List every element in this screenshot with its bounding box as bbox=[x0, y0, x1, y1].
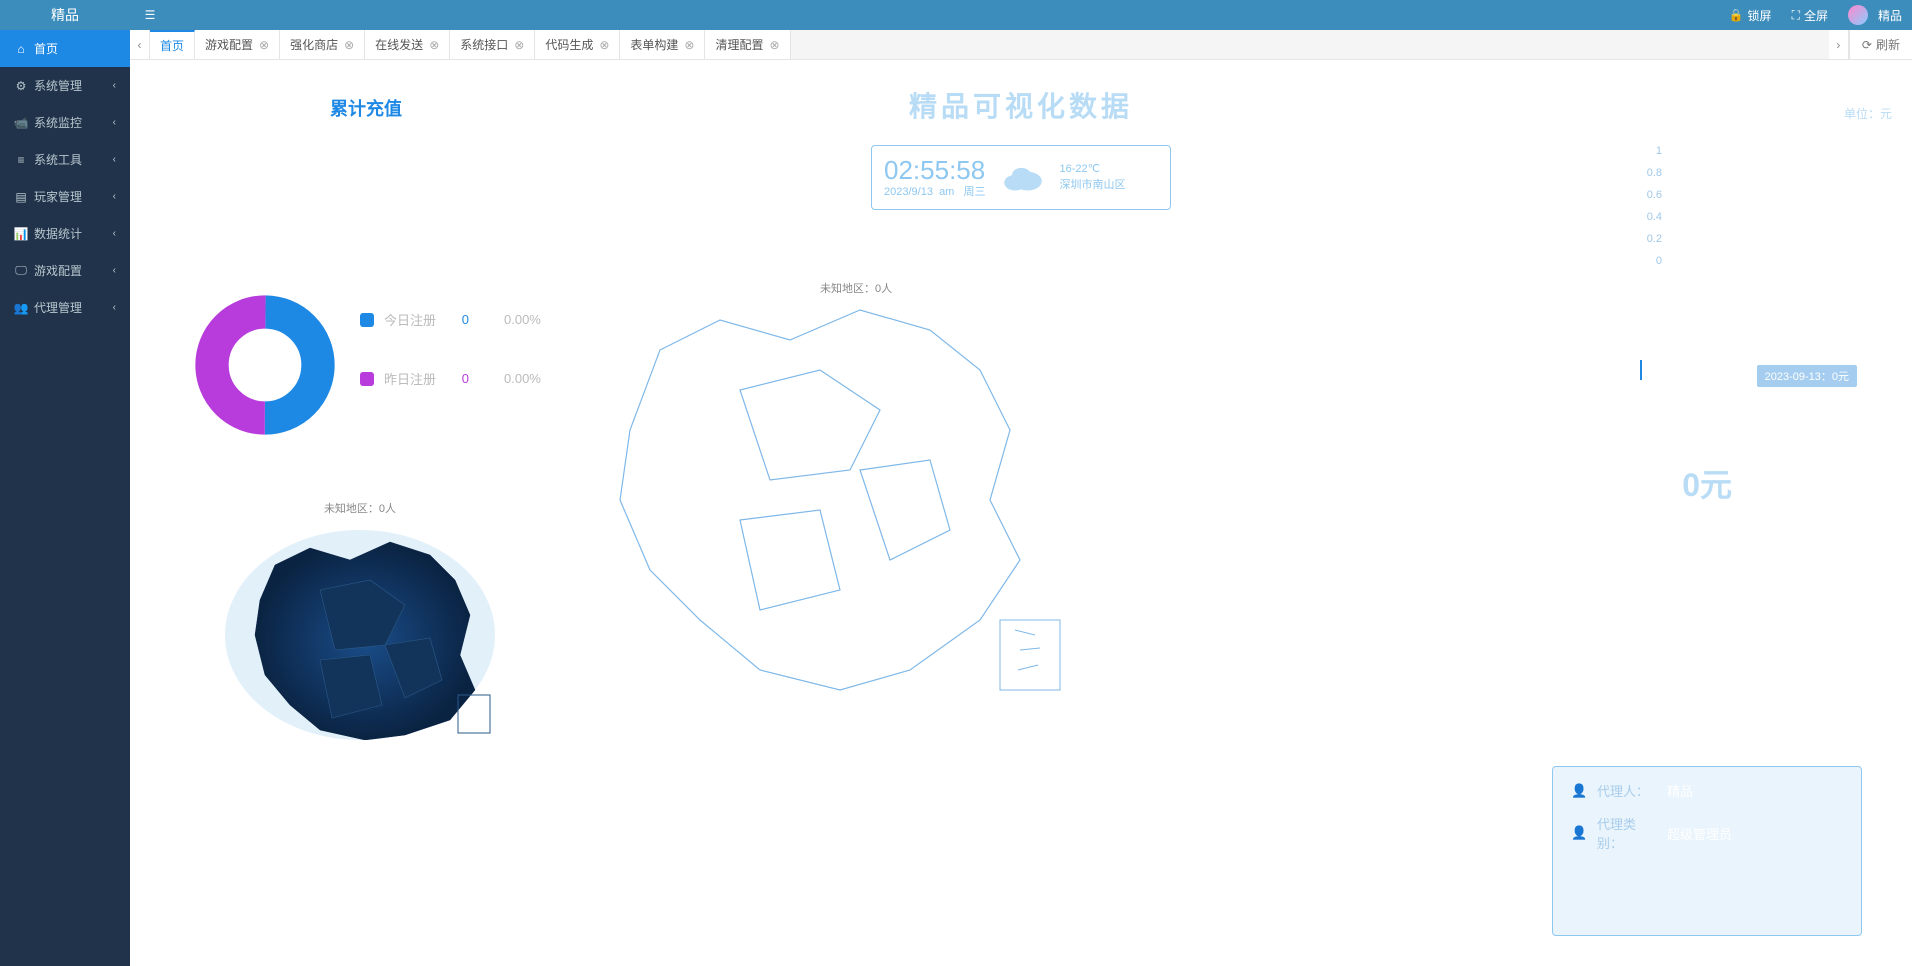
menu-toggle-icon[interactable]: ☰ bbox=[130, 8, 170, 22]
chevron-left-icon: ‹ bbox=[113, 191, 116, 202]
total-amount: 0元 bbox=[1682, 460, 1732, 506]
user-menu[interactable]: 精品 bbox=[1838, 5, 1912, 25]
page-title: 精品可视化数据 bbox=[909, 85, 1133, 125]
dashboard: 精品可视化数据 累计充值 单位：元 02:55:58 2023/9/13 am … bbox=[130, 60, 1912, 966]
tab-5[interactable]: 代码生成⊗ bbox=[535, 30, 620, 59]
sidebar-item-5[interactable]: 📊数据统计‹ bbox=[0, 215, 130, 252]
close-icon[interactable]: ⊗ bbox=[429, 38, 439, 52]
refresh-button[interactable]: ⟳ 刷新 bbox=[1849, 30, 1912, 59]
topbar: ☰ 🔒 锁屏 ⛶ 全屏 精品 bbox=[130, 0, 1912, 30]
sidebar-item-4[interactable]: ▤玩家管理‹ bbox=[0, 178, 130, 215]
unit-label: 单位：元 bbox=[1844, 105, 1892, 122]
tab-4[interactable]: 系统接口⊗ bbox=[450, 30, 535, 59]
section-title: 累计充值 bbox=[330, 95, 402, 121]
tab-7[interactable]: 清理配置⊗ bbox=[705, 30, 790, 59]
gear-icon: ⚙ bbox=[14, 79, 28, 93]
sidebar-item-2[interactable]: 📹系统监控‹ bbox=[0, 104, 130, 141]
chevron-left-icon: ‹ bbox=[113, 265, 116, 276]
tab-strip: ‹ 首页游戏配置⊗强化商店⊗在线发送⊗系统接口⊗代码生成⊗表单构建⊗清理配置⊗ … bbox=[130, 30, 1912, 60]
close-icon[interactable]: ⊗ bbox=[514, 38, 524, 52]
user-icon: 👤 bbox=[1571, 783, 1587, 799]
china-map-dark bbox=[220, 520, 500, 740]
bars-icon: ≡ bbox=[14, 153, 28, 167]
home-icon: ⌂ bbox=[14, 42, 28, 56]
avatar bbox=[1848, 5, 1868, 25]
map-dark-label: 未知地区：0人 bbox=[220, 500, 500, 516]
legend-swatch-yesterday bbox=[360, 372, 374, 386]
tab-scroll-left[interactable]: ‹ bbox=[130, 30, 150, 59]
chevron-left-icon: ‹ bbox=[113, 154, 116, 165]
china-map-dark-container: 未知地区：0人 bbox=[220, 500, 500, 745]
lock-icon: 🔒 bbox=[1729, 8, 1744, 22]
tab-scroll-right[interactable]: › bbox=[1829, 30, 1849, 59]
bar-chart-axis: 10.80.60.40.20 bbox=[1647, 140, 1662, 272]
sidebar-item-1[interactable]: ⚙系统管理‹ bbox=[0, 67, 130, 104]
tab-3[interactable]: 在线发送⊗ bbox=[365, 30, 450, 59]
clock-time: 02:55:58 bbox=[884, 157, 986, 183]
lock-button[interactable]: 🔒 锁屏 bbox=[1719, 7, 1782, 24]
sidebar-item-7[interactable]: 👥代理管理‹ bbox=[0, 289, 130, 326]
chart-cursor bbox=[1640, 360, 1642, 380]
weather-cloud-icon bbox=[998, 158, 1048, 198]
close-icon[interactable]: ⊗ bbox=[344, 38, 354, 52]
book-icon: ▤ bbox=[14, 190, 28, 204]
sidebar-item-6[interactable]: 🖵游戏配置‹ bbox=[0, 252, 130, 289]
monitor-icon: 🖵 bbox=[14, 263, 28, 278]
agent-info-card: 👤 代理人： 精品 👤 代理类别： 超级管理员 bbox=[1552, 766, 1862, 936]
close-icon[interactable]: ⊗ bbox=[599, 38, 609, 52]
tab-6[interactable]: 表单构建⊗ bbox=[620, 30, 705, 59]
chart-tooltip: 2023-09-13：0元 bbox=[1757, 365, 1857, 387]
register-donut-chart bbox=[195, 295, 335, 435]
camera-icon: 📹 bbox=[14, 116, 28, 130]
fullscreen-icon: ⛶ bbox=[1792, 8, 1800, 23]
weather-text: 16-22℃ 深圳市南山区 bbox=[1060, 162, 1126, 193]
chart-icon: 📊 bbox=[14, 227, 28, 241]
fullscreen-button[interactable]: ⛶ 全屏 bbox=[1782, 7, 1838, 24]
tab-1[interactable]: 游戏配置⊗ bbox=[195, 30, 280, 59]
legend-swatch-today bbox=[360, 313, 374, 327]
close-icon[interactable]: ⊗ bbox=[770, 38, 780, 52]
sidebar: 精品 ⌂首页⚙系统管理‹📹系统监控‹≡系统工具‹▤玩家管理‹📊数据统计‹🖵游戏配… bbox=[0, 0, 130, 966]
sidebar-item-0[interactable]: ⌂首页 bbox=[0, 30, 130, 67]
chevron-left-icon: ‹ bbox=[113, 80, 116, 91]
tab-2[interactable]: 强化商店⊗ bbox=[280, 30, 365, 59]
users-icon: 👥 bbox=[14, 301, 28, 315]
chevron-left-icon: ‹ bbox=[113, 302, 116, 313]
close-icon[interactable]: ⊗ bbox=[684, 38, 694, 52]
role-icon: 👤 bbox=[1571, 825, 1587, 841]
refresh-icon: ⟳ bbox=[1862, 38, 1872, 52]
brand-logo: 精品 bbox=[0, 0, 130, 30]
donut-legend: 今日注册 0 0.00% 昨日注册 0 0.00% bbox=[360, 310, 541, 428]
china-map-light bbox=[560, 270, 1080, 710]
sidebar-item-3[interactable]: ≡系统工具‹ bbox=[0, 141, 130, 178]
tab-0[interactable]: 首页 bbox=[150, 30, 195, 59]
chevron-left-icon: ‹ bbox=[113, 228, 116, 239]
clock-date: 2023/9/13 am 周三 bbox=[884, 183, 986, 199]
clock-panel: 02:55:58 2023/9/13 am 周三 16-22℃ 深圳市南山区 bbox=[871, 145, 1171, 210]
chevron-left-icon: ‹ bbox=[113, 117, 116, 128]
close-icon[interactable]: ⊗ bbox=[259, 38, 269, 52]
